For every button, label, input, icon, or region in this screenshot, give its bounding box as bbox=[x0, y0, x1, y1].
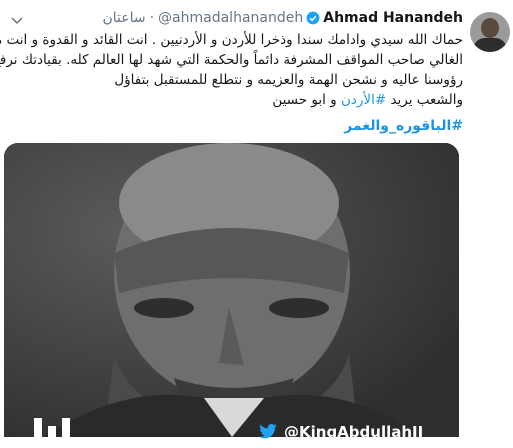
avatar-body bbox=[473, 38, 507, 52]
tweet[interactable]: Ahmad Hanandeh @ahmadalhanandeh · ساعتان… bbox=[0, 0, 513, 448]
tweet-media[interactable] bbox=[4, 143, 459, 437]
hashtag-link[interactable]: #الباقوره_والغمر bbox=[344, 118, 463, 134]
tweet-line: والشعب يريد #الأردن و ابو حسين bbox=[18, 90, 463, 110]
portrait-image bbox=[4, 143, 459, 437]
author-name[interactable]: Ahmad Hanandeh bbox=[323, 10, 463, 26]
tweet-text-suffix: و ابو حسين bbox=[272, 92, 337, 108]
avatar-head bbox=[481, 18, 499, 38]
hashtag-link[interactable]: #الأردن bbox=[341, 92, 386, 108]
separator: · bbox=[149, 10, 155, 26]
chevron-down-icon[interactable] bbox=[10, 14, 24, 28]
tweet-text: حماك الله سيدي وادامك سندا وذخرا للأردن … bbox=[0, 30, 463, 110]
avatar[interactable] bbox=[470, 12, 510, 52]
watermark-handle: @KingAbdullahII bbox=[284, 423, 424, 441]
logo-bars bbox=[34, 418, 70, 448]
author-handle[interactable]: @ahmadalhanandeh bbox=[158, 10, 303, 26]
tweet-text-prefix: والشعب يريد bbox=[390, 92, 463, 108]
media-watermark: @KingAbdullahII bbox=[258, 423, 423, 441]
tweet-line: رؤوسنا عاليه و نشحن الهمة والعزيمه و نتط… bbox=[114, 72, 463, 88]
tweet-line: الغالي صاحب المواقف المشرفة دائماً والحك… bbox=[0, 52, 463, 68]
hashtag-row: #الباقوره_والغمر bbox=[344, 118, 463, 134]
tweet-header: Ahmad Hanandeh @ahmadalhanandeh · ساعتان bbox=[102, 8, 463, 28]
timestamp[interactable]: ساعتان bbox=[102, 10, 145, 26]
verified-badge-icon bbox=[306, 11, 320, 25]
tweet-line: حماك الله سيدي وادامك سندا وذخرا للأردن … bbox=[0, 32, 463, 48]
twitter-bird-icon bbox=[259, 424, 277, 439]
